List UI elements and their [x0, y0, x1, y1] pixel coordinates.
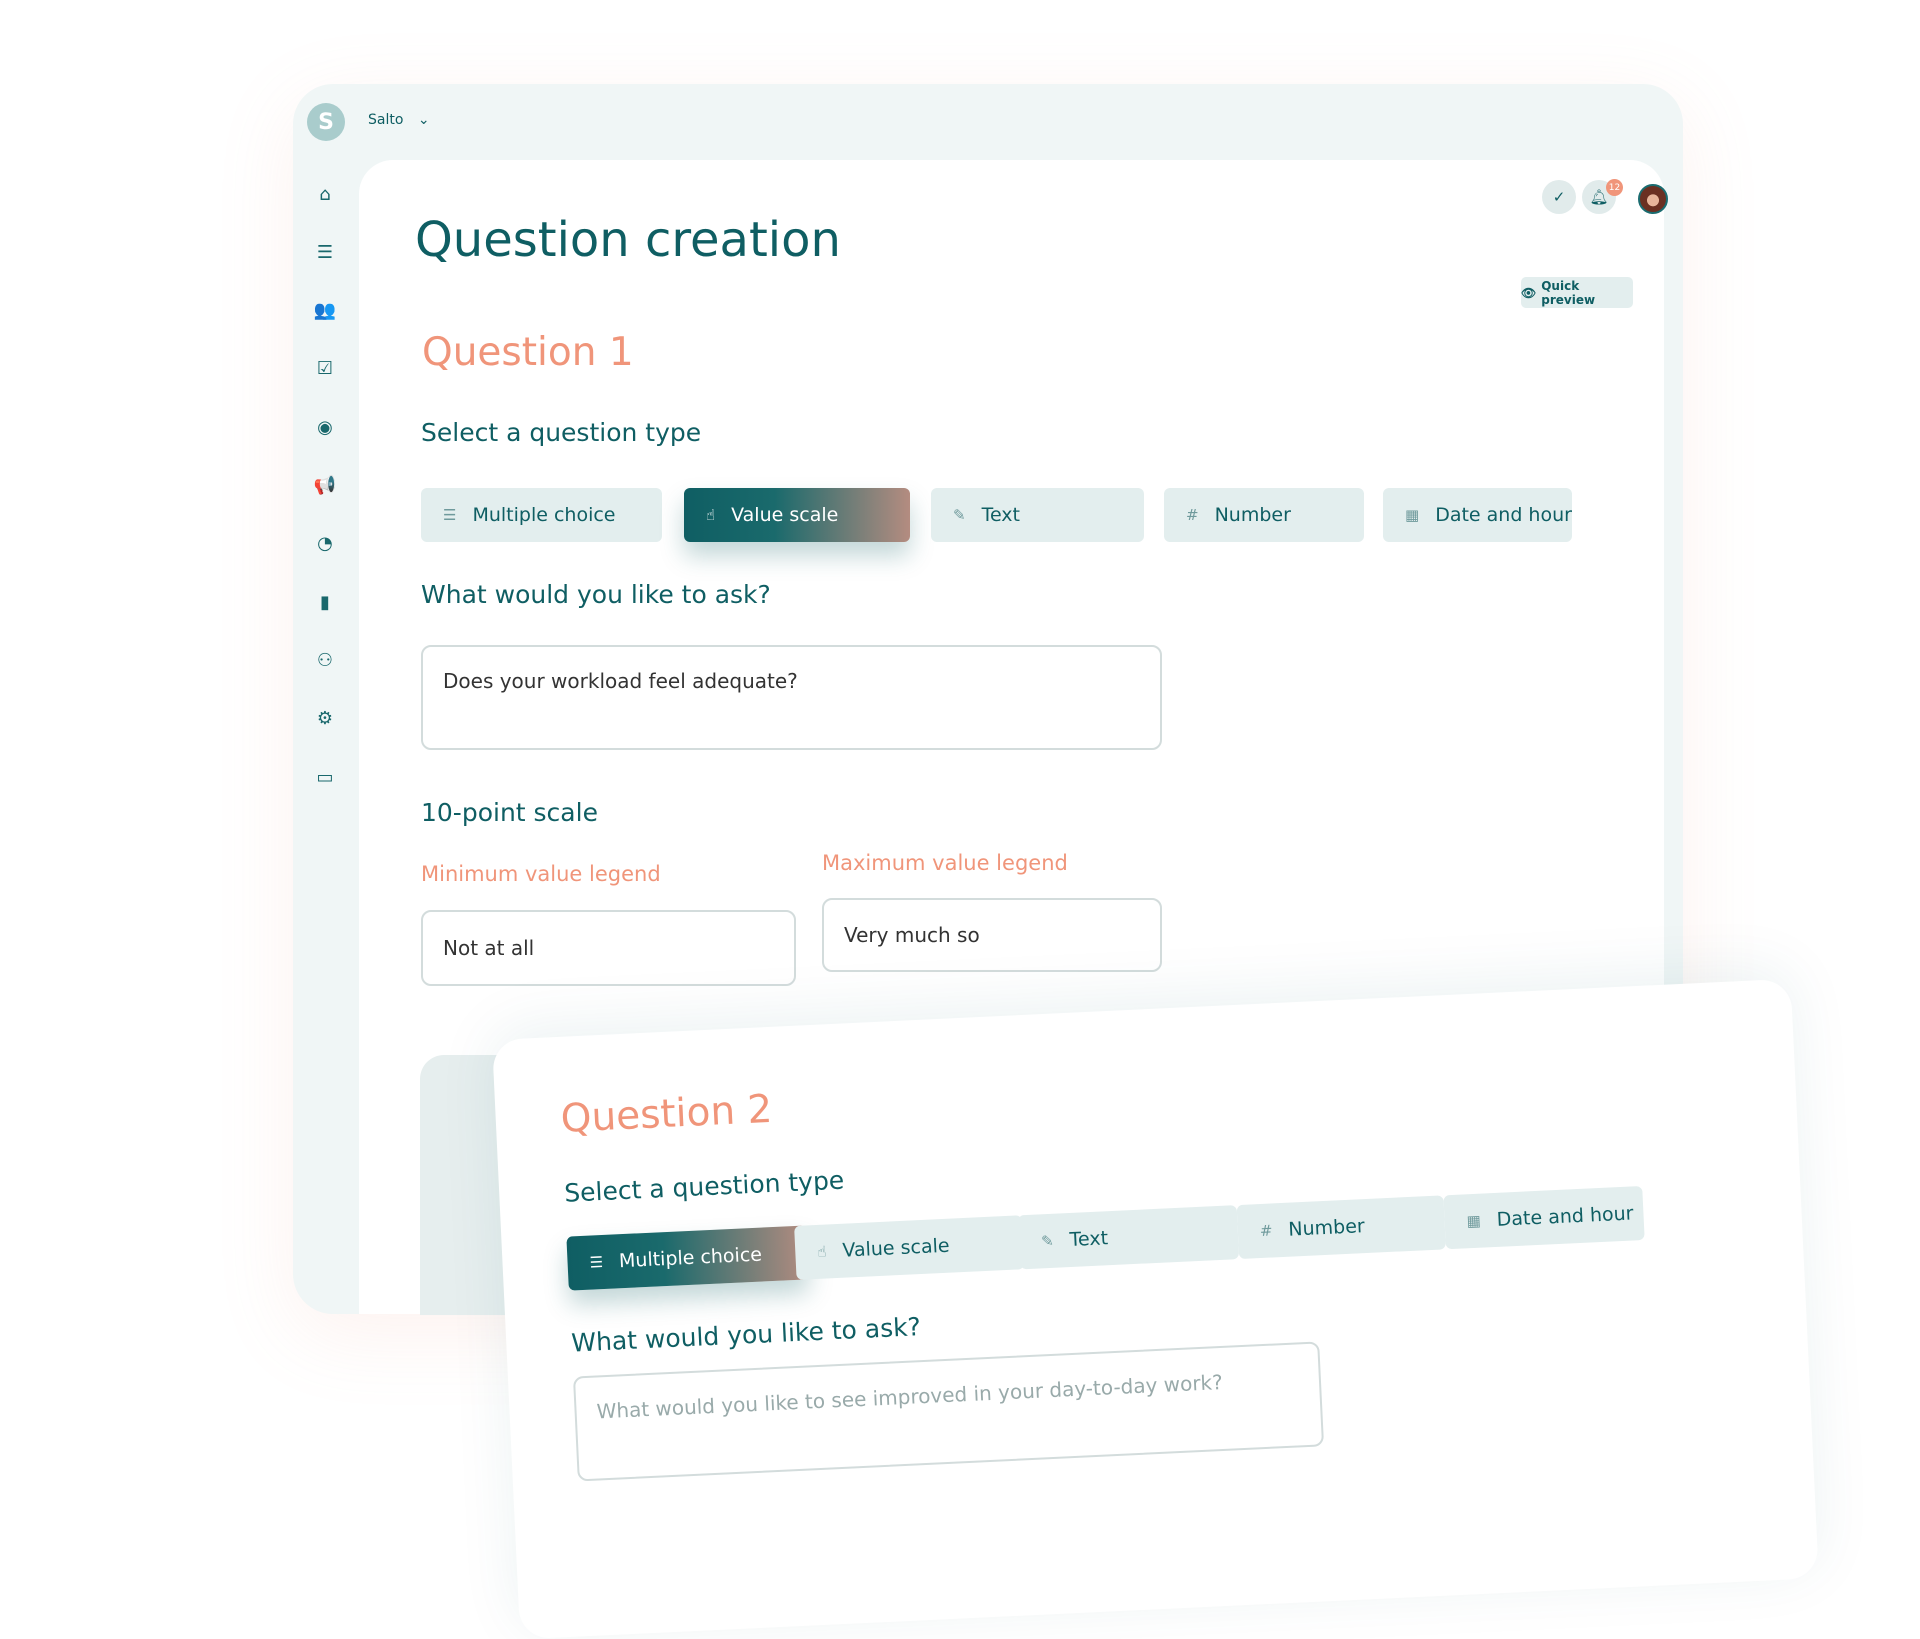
sidebar-item-credit-card[interactable]: ▭ — [314, 766, 336, 788]
question-2-card: Question 2 Select a question type ☰ Multi… — [492, 978, 1819, 1639]
workspace-switcher[interactable]: Salto ⌄ — [368, 112, 430, 128]
type-option-date-and-hour[interactable]: ▦ Date and hour — [1443, 1185, 1645, 1250]
sidebar-item-checklist[interactable]: ☑ — [314, 358, 336, 380]
sidebar-item-users[interactable]: 👥 — [314, 300, 336, 322]
max-legend-input[interactable]: Very much so — [822, 898, 1162, 972]
type-option-text[interactable]: ✎ Text — [1017, 1205, 1240, 1270]
scale-label: 10-point scale — [421, 798, 598, 827]
type-option-multiple-choice[interactable]: ☰ Multiple choice — [421, 488, 662, 542]
hash-icon: # — [1259, 1221, 1273, 1241]
type-option-multiple-choice[interactable]: ☰ Multiple choice — [566, 1225, 809, 1291]
megaphone-icon: 📢 — [313, 475, 337, 496]
gear-icon: ⚙ — [316, 708, 334, 730]
question-text: Does your workload feel adequate? — [443, 669, 798, 693]
type-option-label: Number — [1214, 504, 1291, 526]
type-option-label: Text — [1069, 1227, 1109, 1251]
sidebar-item-home[interactable]: ⌂ — [314, 183, 336, 205]
sidebar-item-list[interactable]: ☰ — [314, 241, 336, 263]
calendar-icon: ▦ — [1466, 1211, 1482, 1231]
workspace-logo[interactable]: S — [307, 103, 345, 141]
ask-label: What would you like to ask? — [570, 1312, 922, 1358]
hash-icon: # — [1186, 506, 1199, 524]
sidebar-item-gear[interactable]: ⚙ — [314, 708, 336, 730]
sidebar-item-groups[interactable]: ⚇ — [314, 649, 336, 671]
calendar-icon: ▦ — [1405, 506, 1420, 524]
groups-icon: ⚇ — [316, 649, 334, 671]
pencil-icon: ✎ — [1040, 1231, 1055, 1251]
type-option-value-scale[interactable]: ☝ Value scale — [684, 488, 910, 542]
question-2-heading: Question 2 — [559, 1086, 774, 1142]
type-option-value-scale[interactable]: ☝ Value scale — [794, 1215, 1025, 1280]
type-option-label: Date and hour — [1435, 504, 1572, 526]
page-title: Question creation — [415, 212, 841, 268]
max-legend-value: Very much so — [844, 923, 980, 947]
list-icon: ☰ — [443, 506, 457, 524]
type-option-label: Number — [1287, 1215, 1366, 1241]
avatar[interactable] — [1638, 184, 1668, 214]
max-legend-label: Maximum value legend — [822, 851, 1068, 875]
type-option-number[interactable]: # Number — [1164, 488, 1364, 542]
chevron-down-icon: ⌄ — [417, 112, 430, 128]
type-option-label: Date and hour — [1496, 1202, 1634, 1231]
pencil-icon: ✎ — [953, 506, 966, 524]
notification-badge: 12 — [1606, 179, 1623, 196]
check-icon: ✓ — [1552, 188, 1566, 206]
type-option-label: Multiple choice — [618, 1243, 763, 1273]
pointer-icon: ☝ — [816, 1242, 827, 1261]
sidebar-item-bar-chart[interactable]: ▮ — [314, 591, 336, 613]
list-icon: ☰ — [316, 241, 334, 263]
min-legend-value: Not at all — [443, 936, 535, 960]
type-option-label: Value scale — [841, 1234, 951, 1262]
checklist-icon: ☑ — [316, 358, 334, 380]
select-type-label: Select a question type — [563, 1165, 845, 1208]
timer-icon: ◔ — [317, 533, 333, 555]
type-option-number[interactable]: # Number — [1236, 1195, 1446, 1260]
type-option-text[interactable]: ✎ Text — [931, 488, 1144, 542]
sidebar-item-megaphone[interactable]: 📢 — [314, 475, 336, 497]
select-type-label: Select a question type — [421, 418, 702, 447]
chat-icon: ◉ — [317, 416, 333, 438]
question-placeholder: What would you like to see improved in y… — [596, 1369, 1224, 1424]
ask-label: What would you like to ask? — [421, 580, 771, 609]
list-icon: ☰ — [589, 1253, 604, 1272]
sidebar-item-timer[interactable]: ◔ — [314, 533, 336, 555]
min-legend-label: Minimum value legend — [421, 862, 661, 886]
sidebar-item-chat[interactable]: ◉ — [314, 416, 336, 438]
users-icon: 👥 — [313, 300, 337, 322]
eye-icon: 👁︎ — [1521, 285, 1537, 300]
quick-preview-button[interactable]: 👁︎ Quick preview — [1521, 277, 1633, 308]
type-option-label: Text — [981, 504, 1021, 526]
tasks-button[interactable]: ✓ — [1542, 180, 1576, 214]
type-option-date-and-hour[interactable]: ▦ Date and hour — [1383, 488, 1572, 542]
credit-card-icon: ▭ — [316, 766, 334, 788]
type-option-label: Value scale — [731, 504, 839, 526]
min-legend-input[interactable]: Not at all — [421, 910, 796, 986]
type-option-label: Multiple choice — [472, 504, 616, 526]
pointer-icon: ☝ — [706, 506, 716, 524]
question-textarea[interactable]: Does your workload feel adequate? — [421, 645, 1162, 750]
bar-chart-icon: ▮ — [320, 591, 330, 613]
quick-preview-label: Quick preview — [1541, 278, 1596, 307]
workspace-name: Salto — [368, 112, 404, 128]
home-icon: ⌂ — [319, 183, 331, 205]
question-textarea[interactable]: What would you like to see improved in y… — [572, 1341, 1325, 1482]
question-1-heading: Question 1 — [422, 330, 634, 375]
